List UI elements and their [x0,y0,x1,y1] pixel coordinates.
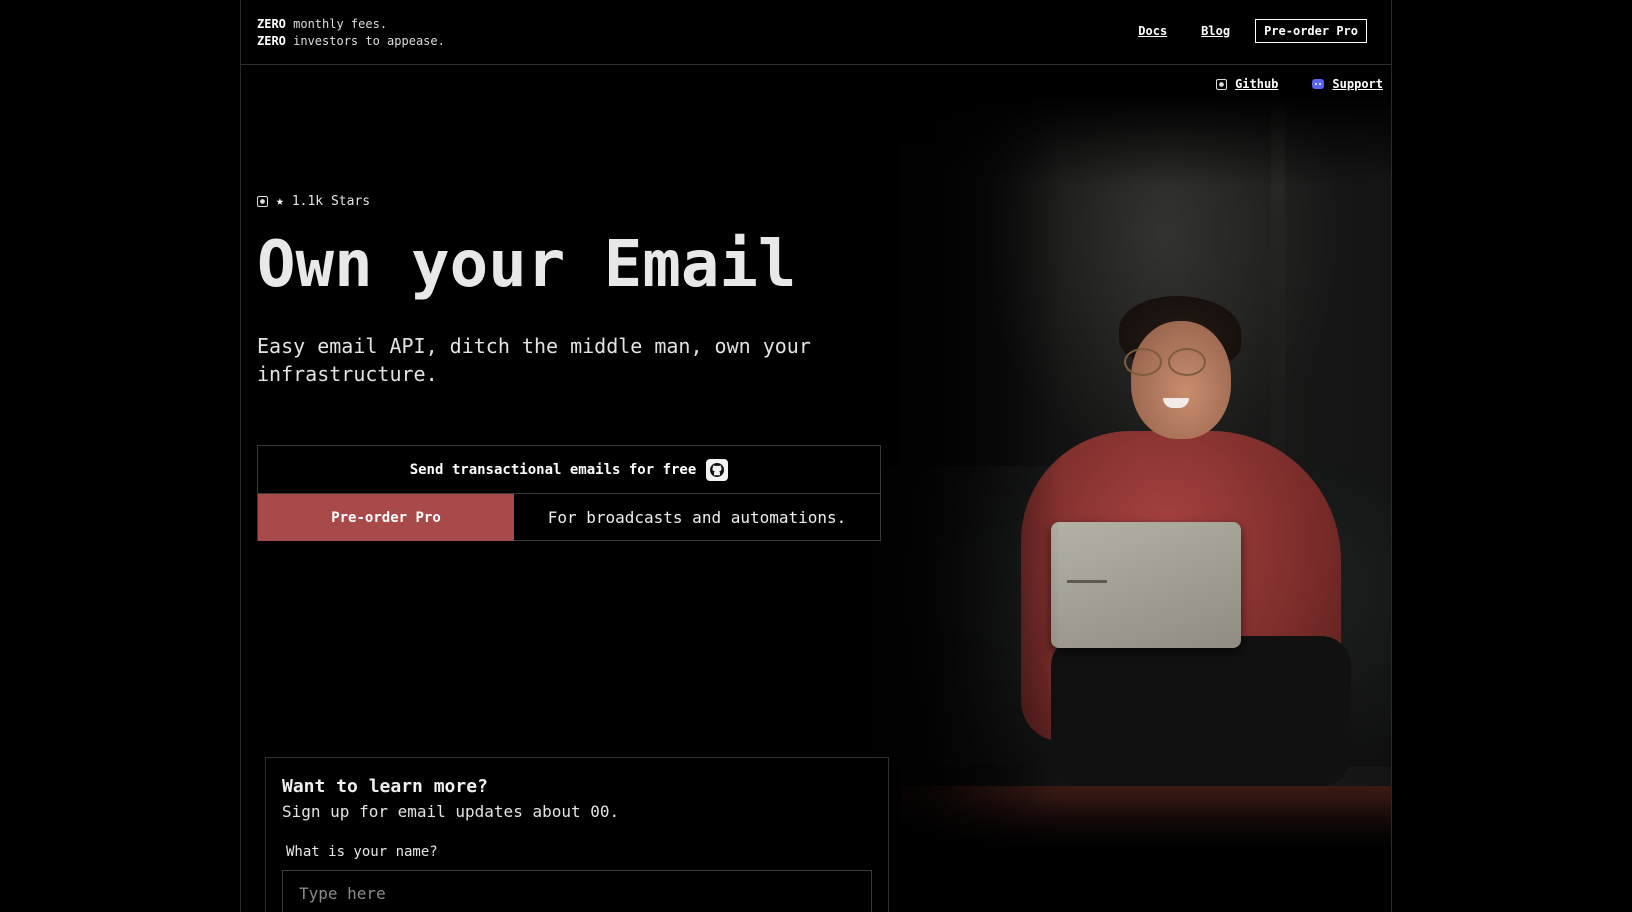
github-square-icon [706,458,729,481]
signup-subtitle: Sign up for email updates about 00. [282,802,620,821]
free-transactional-label: Send transactional emails for free [409,461,697,478]
free-transactional-link[interactable]: Send transactional emails for free [258,446,880,494]
discord-icon [1312,79,1325,89]
signup-card: Want to learn more? Sign up for email up… [265,757,889,912]
hero-subtitle: Easy email API, ditch the middle man, ow… [257,334,811,386]
tagline-bold-1: ZERO [257,17,286,31]
name-field-label: What is your name? [286,844,438,860]
tagline-text-2: investors to appease. [285,34,445,48]
github-icon [1216,78,1228,90]
sub-nav: Github Support [1182,77,1383,91]
tagline-text-1: monthly fees. [285,17,388,31]
blog-link[interactable]: Blog [1201,23,1230,39]
signup-title: Want to learn more? [282,776,488,797]
page-frame: ZERO monthly fees. ZERO investors to app… [240,0,1392,912]
preorder-nav-button[interactable]: Pre-order Pro [1255,19,1367,43]
hero-person-legs [1051,636,1351,786]
docs-link[interactable]: Docs [1138,23,1167,39]
main-nav: Docs Blog Pre-order Pro [1104,19,1367,43]
cta-row: Pre-order Pro For broadcasts and automat… [258,494,880,541]
tagline: ZERO monthly fees. ZERO investors to app… [257,16,445,50]
preorder-pro-button[interactable]: Pre-order Pro [258,494,514,541]
github-stars-badge[interactable]: ★ 1.1k Stars [257,194,370,209]
cta-box: Send transactional emails for free Pre-o… [257,445,881,541]
star-icon: ★ [276,194,284,209]
hero-person-head [1131,321,1231,439]
preorder-description: For broadcasts and automations. [547,508,847,527]
tagline-bold-2: ZERO [257,34,286,48]
hero-title: Own your Email [257,228,797,302]
hero-fade-top [841,96,1391,186]
hero-person-laptop [1051,522,1241,648]
hero-person-glasses [1124,348,1214,378]
stars-count: 1.1k Stars [291,194,371,209]
top-bar: ZERO monthly fees. ZERO investors to app… [241,0,1391,65]
support-link-label: Support [1332,77,1383,91]
github-link-label: Github [1235,77,1279,91]
hero-fade-bottom [841,796,1391,856]
support-link[interactable]: Support [1312,77,1383,91]
github-link[interactable]: Github [1216,77,1278,91]
hero-image [841,96,1391,856]
name-input[interactable] [282,870,872,912]
github-icon [257,196,268,207]
